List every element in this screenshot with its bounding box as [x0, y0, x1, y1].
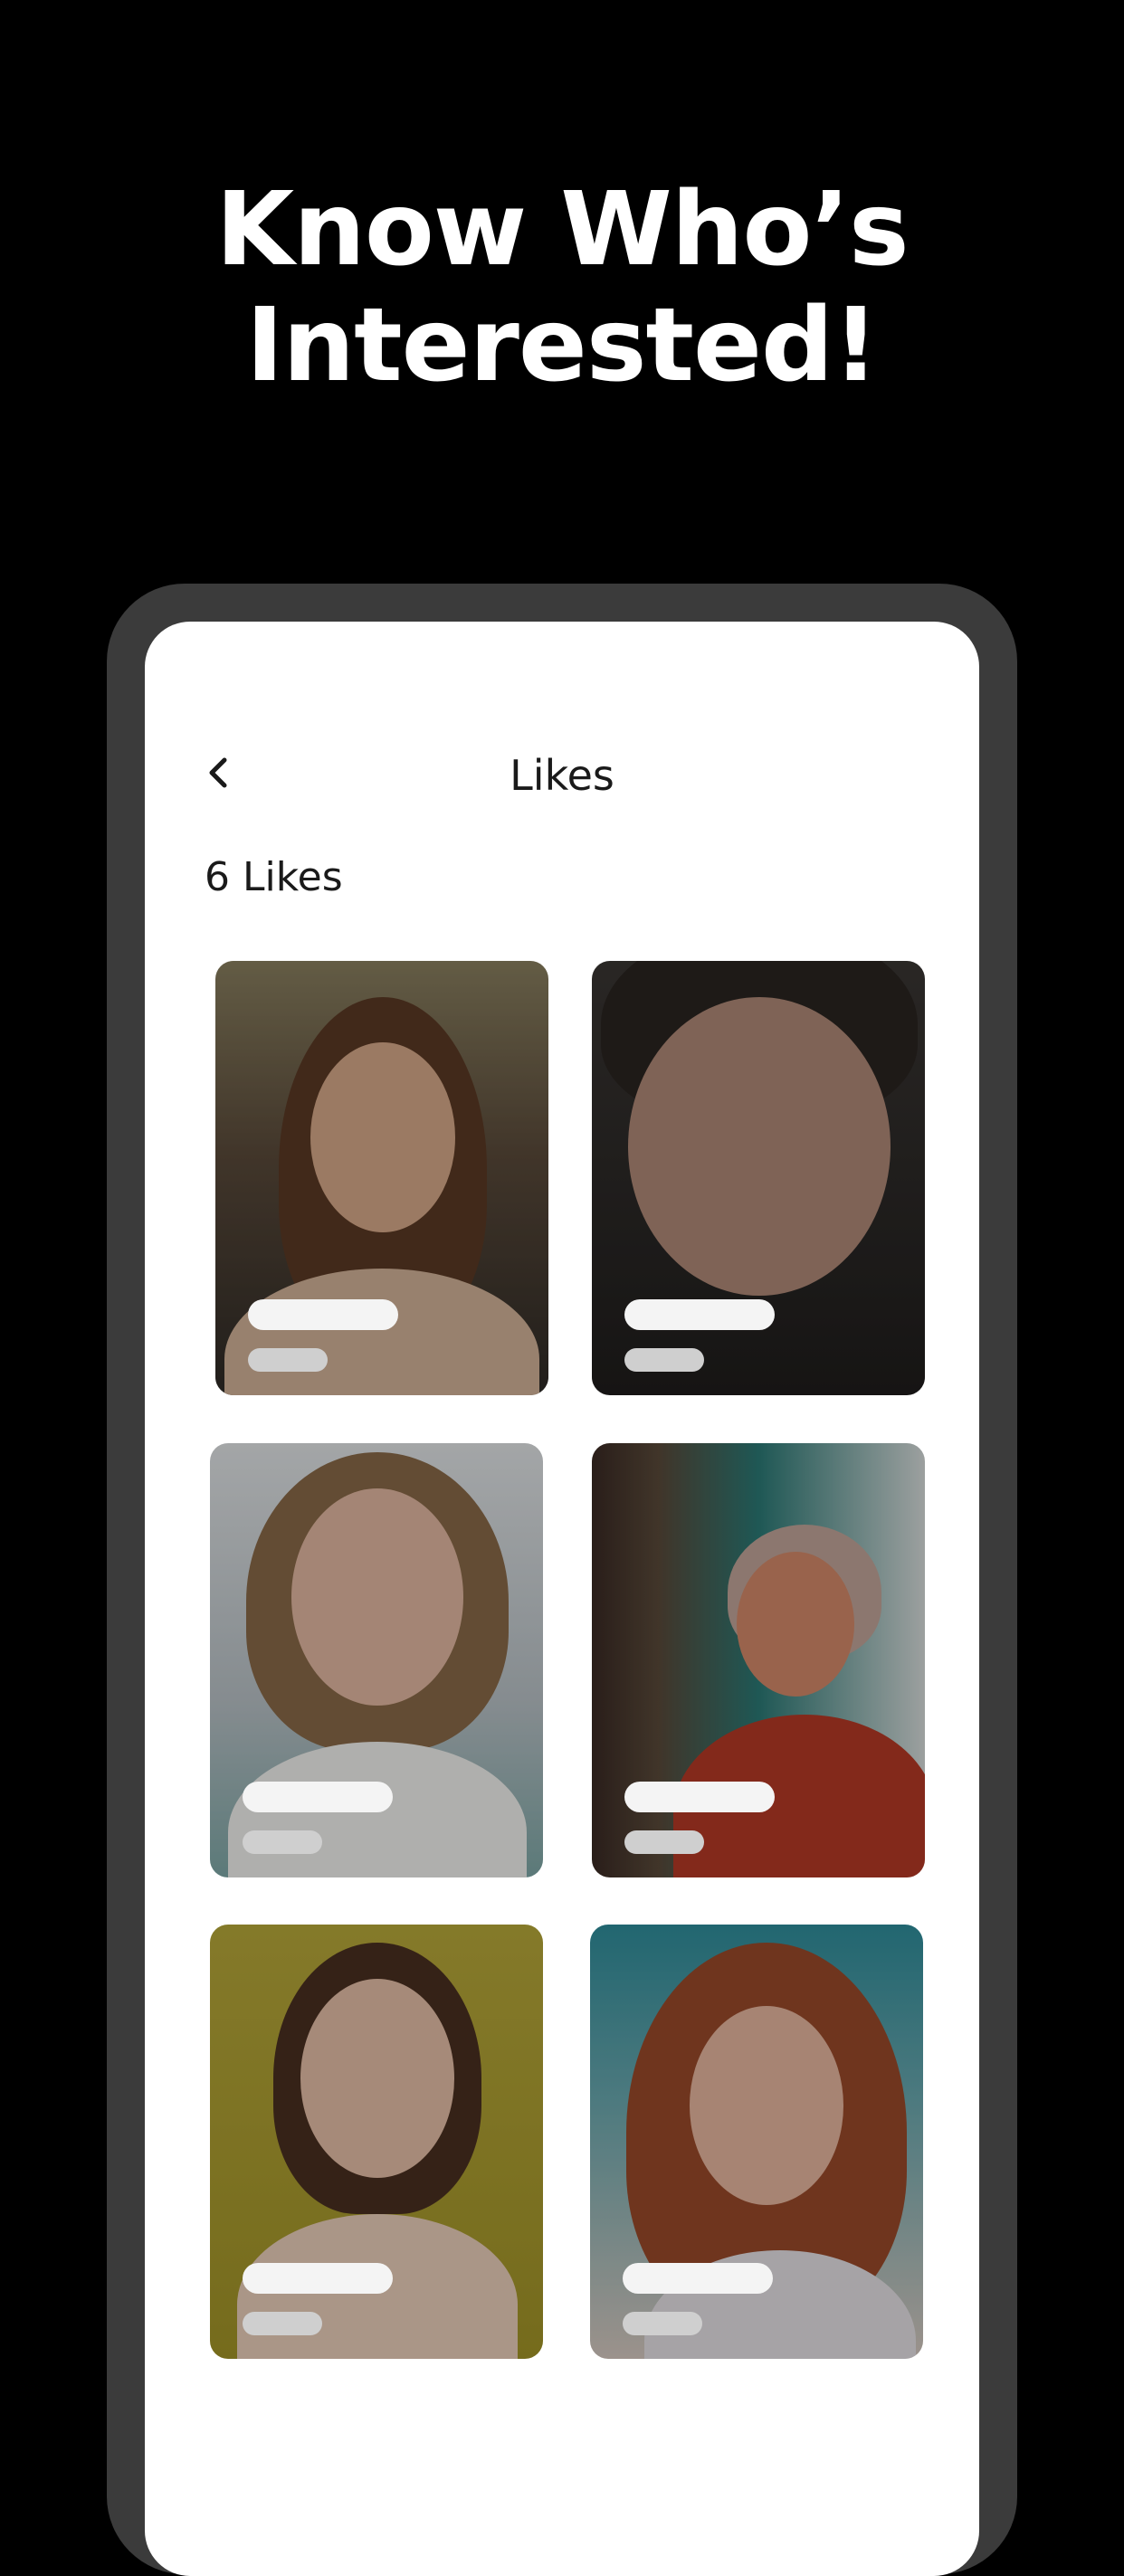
detail-placeholder — [248, 1348, 328, 1372]
detail-placeholder — [623, 2312, 702, 2335]
name-placeholder — [243, 2263, 393, 2294]
phone-frame: Likes 6 Likes — [107, 584, 1017, 2576]
name-placeholder — [248, 1299, 398, 1330]
headline-line-2: Interested! — [245, 287, 880, 404]
detail-placeholder — [243, 2312, 322, 2335]
headline: Know Who’s Interested! — [0, 172, 1124, 404]
likes-count: 6 Likes — [205, 854, 343, 900]
name-placeholder — [624, 1299, 775, 1330]
name-placeholder — [624, 1782, 775, 1812]
name-placeholder — [623, 2263, 773, 2294]
profile-card[interactable] — [215, 961, 548, 1395]
profile-card[interactable] — [210, 1443, 543, 1877]
detail-placeholder — [243, 1830, 322, 1854]
profile-card[interactable] — [592, 1443, 925, 1877]
detail-placeholder — [624, 1830, 704, 1854]
phone-screen: Likes 6 Likes — [145, 622, 979, 2576]
name-placeholder — [243, 1782, 393, 1812]
profile-card[interactable] — [592, 961, 925, 1395]
detail-placeholder — [624, 1348, 704, 1372]
profile-card[interactable] — [590, 1925, 923, 2359]
page-title: Likes — [510, 751, 614, 800]
profile-card[interactable] — [210, 1925, 543, 2359]
headline-line-1: Know Who’s — [215, 171, 909, 289]
